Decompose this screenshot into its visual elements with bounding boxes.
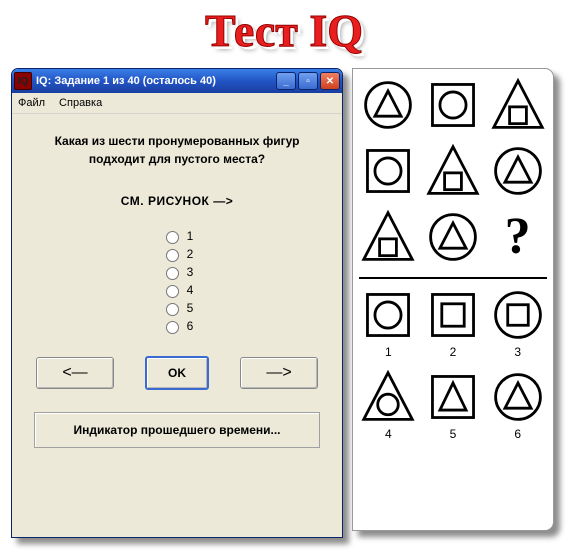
- option-radio-2[interactable]: [166, 249, 179, 262]
- nav-button-bar: <— OK —>: [34, 356, 320, 390]
- puzzle-cell: [359, 77, 418, 133]
- option-label: 5: [187, 301, 194, 315]
- square-with-circle-icon: [425, 77, 481, 133]
- puzzle-cell: [488, 77, 547, 133]
- menu-help[interactable]: Справка: [59, 97, 102, 109]
- titlebar[interactable]: IQ IQ: Задание 1 из 40 (осталось 40) _ ▫…: [12, 69, 342, 93]
- puzzle-grid: ?: [359, 77, 547, 265]
- option-row[interactable]: 5: [161, 300, 194, 316]
- puzzle-cell: [359, 209, 418, 265]
- app-icon: IQ: [14, 72, 32, 90]
- grid-divider: [359, 277, 547, 279]
- answer-cell: 2: [424, 287, 483, 359]
- answer-cell: 5: [424, 369, 483, 441]
- triangle-with-circle-icon: [360, 369, 416, 425]
- option-radio-5[interactable]: [166, 303, 179, 316]
- puzzle-cell: [424, 209, 483, 265]
- square-with-circle-icon: [360, 143, 416, 199]
- app-window: IQ IQ: Задание 1 из 40 (осталось 40) _ ▫…: [11, 68, 343, 538]
- answer-cell: 6: [488, 369, 547, 441]
- question-prompt: Какая из шести пронумерованных фигур под…: [34, 132, 320, 168]
- puzzle-cell: [424, 143, 483, 199]
- question-mark-icon: ?: [505, 209, 531, 265]
- maximize-button[interactable]: ▫: [298, 72, 318, 90]
- answer-cell: 4: [359, 369, 418, 441]
- triangle-with-square-icon: [360, 209, 416, 265]
- answer-label: 2: [450, 345, 457, 359]
- puzzle-cell: [488, 143, 547, 199]
- option-label: 2: [187, 247, 194, 261]
- window-title: IQ: Задание 1 из 40 (осталось 40): [36, 75, 274, 87]
- figure-panel: ? 1 2 3: [352, 68, 554, 531]
- option-radio-1[interactable]: [166, 231, 179, 244]
- time-indicator: Индикатор прошедшего времени...: [34, 412, 320, 448]
- option-label: 1: [187, 229, 194, 243]
- option-row[interactable]: 4: [161, 282, 194, 298]
- answer-label: 4: [385, 427, 392, 441]
- page-heading: Тест IQ: [0, 4, 568, 57]
- see-figure-label: СМ. РИСУНОК —>: [34, 194, 320, 208]
- square-with-triangle-icon: [425, 369, 481, 425]
- triangle-with-square-icon: [490, 77, 546, 133]
- puzzle-cell-missing: ?: [488, 209, 547, 265]
- puzzle-cell: [424, 77, 483, 133]
- answer-cell: 1: [359, 287, 418, 359]
- close-button[interactable]: ✕: [320, 72, 340, 90]
- circle-with-triangle-icon: [425, 209, 481, 265]
- option-row[interactable]: 2: [161, 246, 194, 262]
- square-with-circle-icon: [360, 287, 416, 343]
- answer-label: 1: [385, 345, 392, 359]
- puzzle-cell: [359, 143, 418, 199]
- answer-label: 5: [450, 427, 457, 441]
- circle-with-triangle-icon: [490, 369, 546, 425]
- circle-with-triangle-icon: [360, 77, 416, 133]
- option-label: 4: [187, 283, 194, 297]
- option-label: 3: [187, 265, 194, 279]
- option-radio-6[interactable]: [166, 321, 179, 334]
- answer-cell: 3: [488, 287, 547, 359]
- next-button[interactable]: —>: [240, 357, 318, 389]
- ok-button[interactable]: OK: [145, 356, 209, 390]
- option-label: 6: [187, 319, 194, 333]
- answer-label: 3: [514, 345, 521, 359]
- answer-label: 6: [514, 427, 521, 441]
- window-client-area: Какая из шести пронумерованных фигур под…: [12, 114, 342, 538]
- circle-with-triangle-icon: [490, 143, 546, 199]
- option-row[interactable]: 1: [161, 228, 194, 244]
- answer-grid: 1 2 3 4: [359, 287, 547, 441]
- prev-button[interactable]: <—: [36, 357, 114, 389]
- triangle-with-square-icon: [425, 143, 481, 199]
- answer-options: 1 2 3 4 5 6: [34, 228, 320, 334]
- option-radio-3[interactable]: [166, 267, 179, 280]
- menubar: Файл Справка: [12, 93, 342, 114]
- circle-with-square-icon: [490, 287, 546, 343]
- option-row[interactable]: 6: [161, 318, 194, 334]
- menu-file[interactable]: Файл: [18, 97, 45, 109]
- option-row[interactable]: 3: [161, 264, 194, 280]
- square-with-square-icon: [425, 287, 481, 343]
- option-radio-4[interactable]: [166, 285, 179, 298]
- minimize-button[interactable]: _: [276, 72, 296, 90]
